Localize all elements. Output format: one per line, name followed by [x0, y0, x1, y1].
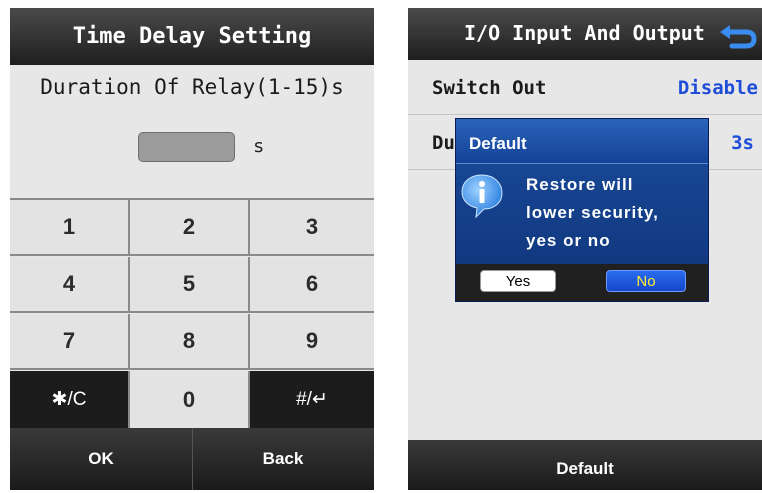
- duration-label: Du: [432, 132, 455, 154]
- time-delay-screen: Time Delay Setting Duration Of Relay(1-1…: [10, 8, 374, 490]
- key-1[interactable]: 1: [10, 200, 130, 256]
- dialog-message-line: lower security,: [526, 203, 659, 222]
- switch-out-value: Disable: [677, 77, 758, 99]
- key-9[interactable]: 9: [250, 314, 374, 370]
- dialog-message-line: yes or no: [526, 231, 611, 250]
- bottom-bar: Default: [408, 440, 762, 490]
- switch-out-label: Switch Out: [432, 77, 547, 99]
- duration-value: 3s: [731, 132, 754, 154]
- return-arrow-icon[interactable]: [716, 20, 758, 50]
- dialog-title: Default: [456, 119, 708, 164]
- duration-unit: s: [254, 136, 264, 157]
- key-0[interactable]: 0: [130, 371, 250, 430]
- key-4[interactable]: 4: [10, 257, 130, 313]
- key-hash-enter[interactable]: #/↵: [250, 371, 374, 430]
- key-2[interactable]: 2: [130, 200, 250, 256]
- key-7[interactable]: 7: [10, 314, 130, 370]
- ok-button[interactable]: OK: [10, 428, 193, 490]
- key-8[interactable]: 8: [130, 314, 250, 370]
- back-button[interactable]: Back: [192, 428, 374, 490]
- bottom-bar: OK Back: [10, 428, 374, 490]
- numeric-keypad: 1 2 3 4 5 6 7 8 9 ✱/C 0 #/↵: [10, 198, 374, 430]
- yes-button[interactable]: Yes: [480, 270, 556, 292]
- no-button[interactable]: No: [606, 270, 686, 292]
- key-5[interactable]: 5: [130, 257, 250, 313]
- default-dialog: Default Restore will lower security, yes…: [455, 118, 709, 302]
- duration-prompt: Duration Of Relay(1-15)s: [40, 75, 344, 99]
- default-button[interactable]: Default: [408, 440, 762, 490]
- info-icon: [461, 174, 503, 219]
- key-6[interactable]: 6: [250, 257, 374, 313]
- switch-out-row[interactable]: Switch Out Disable: [408, 60, 762, 115]
- dialog-message: Restore will lower security, yes or no: [526, 171, 706, 255]
- io-settings-screen: I/O Input And Output Switch Out Disable …: [408, 8, 762, 490]
- page-title: I/O Input And Output: [464, 21, 705, 45]
- page-title: Time Delay Setting: [10, 8, 374, 65]
- key-3[interactable]: 3: [250, 200, 374, 256]
- duration-input[interactable]: [138, 132, 235, 162]
- title-bar: I/O Input And Output: [408, 8, 762, 60]
- dialog-message-line: Restore will: [526, 175, 634, 194]
- dialog-button-bar: Yes No: [456, 264, 708, 301]
- key-star-clear[interactable]: ✱/C: [10, 371, 130, 430]
